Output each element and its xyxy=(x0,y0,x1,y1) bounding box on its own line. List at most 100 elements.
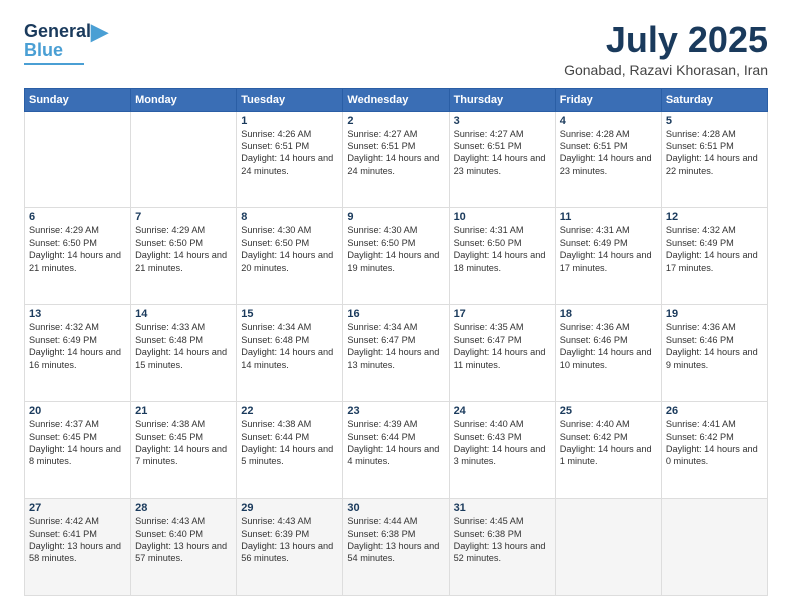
col-wednesday: Wednesday xyxy=(343,88,449,111)
table-row: 19 Sunrise: 4:36 AMSunset: 6:46 PMDayligh… xyxy=(661,305,767,402)
day-info: Sunrise: 4:44 AMSunset: 6:38 PMDaylight:… xyxy=(347,516,439,563)
table-row: 29Sunrise: 4:43 AMSunset: 6:39 PMDayligh… xyxy=(237,499,343,596)
day-number: 5 xyxy=(666,115,763,127)
table-row: 7 Sunrise: 4:29 AMSunset: 6:50 PMDaylight… xyxy=(131,208,237,305)
calendar-week-row: 6 Sunrise: 4:29 AMSunset: 6:50 PMDaylight… xyxy=(25,208,768,305)
day-info: Sunrise: 4:31 AMSunset: 6:49 PMDaylight:… xyxy=(560,225,652,272)
day-info: Sunrise: 4:43 AMSunset: 6:40 PMDaylight:… xyxy=(135,516,227,563)
col-monday: Monday xyxy=(131,88,237,111)
col-tuesday: Tuesday xyxy=(237,88,343,111)
day-info: Sunrise: 4:39 AMSunset: 6:44 PMDaylight:… xyxy=(347,419,439,466)
table-row: 26 Sunrise: 4:41 AMSunset: 6:42 PMDayligh… xyxy=(661,402,767,499)
table-row xyxy=(661,499,767,596)
day-number: 28 xyxy=(135,502,232,514)
calendar-week-row: 20Sunrise: 4:37 AMSunset: 6:45 PMDayligh… xyxy=(25,402,768,499)
day-number: 21 xyxy=(135,405,232,417)
table-row: 3 Sunrise: 4:27 AMSunset: 6:51 PMDaylight… xyxy=(449,111,555,208)
page: General▶ Blue July 2025 Gonabad, Razavi … xyxy=(0,0,792,612)
day-info: Sunrise: 4:32 AMSunset: 6:49 PMDaylight:… xyxy=(29,322,121,369)
table-row: 1 Sunrise: 4:26 AMSunset: 6:51 PMDaylight… xyxy=(237,111,343,208)
table-row: 30 Sunrise: 4:44 AMSunset: 6:38 PMDayligh… xyxy=(343,499,449,596)
logo-line xyxy=(24,63,84,65)
table-row: 25Sunrise: 4:40 AMSunset: 6:42 PMDayligh… xyxy=(555,402,661,499)
day-info: Sunrise: 4:27 AMSunset: 6:51 PMDaylight:… xyxy=(347,129,439,176)
table-row: 9 Sunrise: 4:30 AMSunset: 6:50 PMDaylight… xyxy=(343,208,449,305)
day-number: 29 xyxy=(241,502,338,514)
day-info: Sunrise: 4:34 AMSunset: 6:47 PMDaylight:… xyxy=(347,322,439,369)
day-number: 6 xyxy=(29,211,126,223)
calendar-week-row: 1 Sunrise: 4:26 AMSunset: 6:51 PMDaylight… xyxy=(25,111,768,208)
day-info: Sunrise: 4:38 AMSunset: 6:44 PMDaylight:… xyxy=(241,419,333,466)
table-row: 2 Sunrise: 4:27 AMSunset: 6:51 PMDaylight… xyxy=(343,111,449,208)
table-row xyxy=(555,499,661,596)
calendar-table: Sunday Monday Tuesday Wednesday Thursday… xyxy=(24,88,768,596)
day-number: 8 xyxy=(241,211,338,223)
col-thursday: Thursday xyxy=(449,88,555,111)
title-block: July 2025 Gonabad, Razavi Khorasan, Iran xyxy=(564,20,768,78)
table-row: 21Sunrise: 4:38 AMSunset: 6:45 PMDayligh… xyxy=(131,402,237,499)
table-row: 15 Sunrise: 4:34 AMSunset: 6:48 PMDayligh… xyxy=(237,305,343,402)
day-number: 14 xyxy=(135,308,232,320)
table-row: 24Sunrise: 4:40 AMSunset: 6:43 PMDayligh… xyxy=(449,402,555,499)
day-number: 1 xyxy=(241,115,338,127)
table-row: 13 Sunrise: 4:32 AMSunset: 6:49 PMDayligh… xyxy=(25,305,131,402)
table-row: 11 Sunrise: 4:31 AMSunset: 6:49 PMDayligh… xyxy=(555,208,661,305)
day-number: 13 xyxy=(29,308,126,320)
day-number: 24 xyxy=(454,405,551,417)
table-row: 18Sunrise: 4:36 AMSunset: 6:46 PMDayligh… xyxy=(555,305,661,402)
table-row: 14 Sunrise: 4:33 AMSunset: 6:48 PMDayligh… xyxy=(131,305,237,402)
logo-blue: Blue xyxy=(24,40,63,61)
table-row: 4 Sunrise: 4:28 AMSunset: 6:51 PMDaylight… xyxy=(555,111,661,208)
day-number: 27 xyxy=(29,502,126,514)
day-number: 22 xyxy=(241,405,338,417)
table-row xyxy=(131,111,237,208)
table-row: 8 Sunrise: 4:30 AMSunset: 6:50 PMDaylight… xyxy=(237,208,343,305)
day-info: Sunrise: 4:42 AMSunset: 6:41 PMDaylight:… xyxy=(29,516,121,563)
day-number: 25 xyxy=(560,405,657,417)
day-info: Sunrise: 4:28 AMSunset: 6:51 PMDaylight:… xyxy=(666,129,758,176)
day-info: Sunrise: 4:30 AMSunset: 6:50 PMDaylight:… xyxy=(347,225,439,272)
day-info: Sunrise: 4:30 AMSunset: 6:50 PMDaylight:… xyxy=(241,225,333,272)
day-info: Sunrise: 4:26 AMSunset: 6:51 PMDaylight:… xyxy=(241,129,333,176)
day-info: Sunrise: 4:27 AMSunset: 6:51 PMDaylight:… xyxy=(454,129,546,176)
day-number: 2 xyxy=(347,115,444,127)
day-number: 9 xyxy=(347,211,444,223)
day-info: Sunrise: 4:28 AMSunset: 6:51 PMDaylight:… xyxy=(560,129,652,176)
day-number: 4 xyxy=(560,115,657,127)
table-row: 16 Sunrise: 4:34 AMSunset: 6:47 PMDayligh… xyxy=(343,305,449,402)
day-info: Sunrise: 4:31 AMSunset: 6:50 PMDaylight:… xyxy=(454,225,546,272)
table-row: 5 Sunrise: 4:28 AMSunset: 6:51 PMDaylight… xyxy=(661,111,767,208)
day-number: 7 xyxy=(135,211,232,223)
calendar-week-row: 27 Sunrise: 4:42 AMSunset: 6:41 PMDayligh… xyxy=(25,499,768,596)
day-info: Sunrise: 4:29 AMSunset: 6:50 PMDaylight:… xyxy=(135,225,227,272)
table-row: 6Sunrise: 4:29 AMSunset: 6:50 PMDaylight… xyxy=(25,208,131,305)
day-number: 19 xyxy=(666,308,763,320)
main-title: July 2025 xyxy=(564,20,768,60)
day-info: Sunrise: 4:41 AMSunset: 6:42 PMDaylight:… xyxy=(666,419,758,466)
day-info: Sunrise: 4:36 AMSunset: 6:46 PMDaylight:… xyxy=(666,322,758,369)
day-number: 30 xyxy=(347,502,444,514)
table-row: 20Sunrise: 4:37 AMSunset: 6:45 PMDayligh… xyxy=(25,402,131,499)
day-number: 26 xyxy=(666,405,763,417)
table-row: 27 Sunrise: 4:42 AMSunset: 6:41 PMDayligh… xyxy=(25,499,131,596)
calendar-week-row: 13 Sunrise: 4:32 AMSunset: 6:49 PMDayligh… xyxy=(25,305,768,402)
day-number: 23 xyxy=(347,405,444,417)
day-info: Sunrise: 4:35 AMSunset: 6:47 PMDaylight:… xyxy=(454,322,546,369)
table-row: 17 Sunrise: 4:35 AMSunset: 6:47 PMDayligh… xyxy=(449,305,555,402)
day-number: 16 xyxy=(347,308,444,320)
day-number: 17 xyxy=(454,308,551,320)
day-number: 31 xyxy=(454,502,551,514)
table-row: 23 Sunrise: 4:39 AMSunset: 6:44 PMDayligh… xyxy=(343,402,449,499)
day-number: 10 xyxy=(454,211,551,223)
col-saturday: Saturday xyxy=(661,88,767,111)
day-number: 15 xyxy=(241,308,338,320)
table-row xyxy=(25,111,131,208)
day-number: 18 xyxy=(560,308,657,320)
day-number: 3 xyxy=(454,115,551,127)
day-info: Sunrise: 4:33 AMSunset: 6:48 PMDaylight:… xyxy=(135,322,227,369)
day-info: Sunrise: 4:45 AMSunset: 6:38 PMDaylight:… xyxy=(454,516,546,563)
logo: General▶ Blue xyxy=(24,20,108,65)
table-row: 22 Sunrise: 4:38 AMSunset: 6:44 PMDayligh… xyxy=(237,402,343,499)
day-number: 11 xyxy=(560,211,657,223)
day-info: Sunrise: 4:34 AMSunset: 6:48 PMDaylight:… xyxy=(241,322,333,369)
